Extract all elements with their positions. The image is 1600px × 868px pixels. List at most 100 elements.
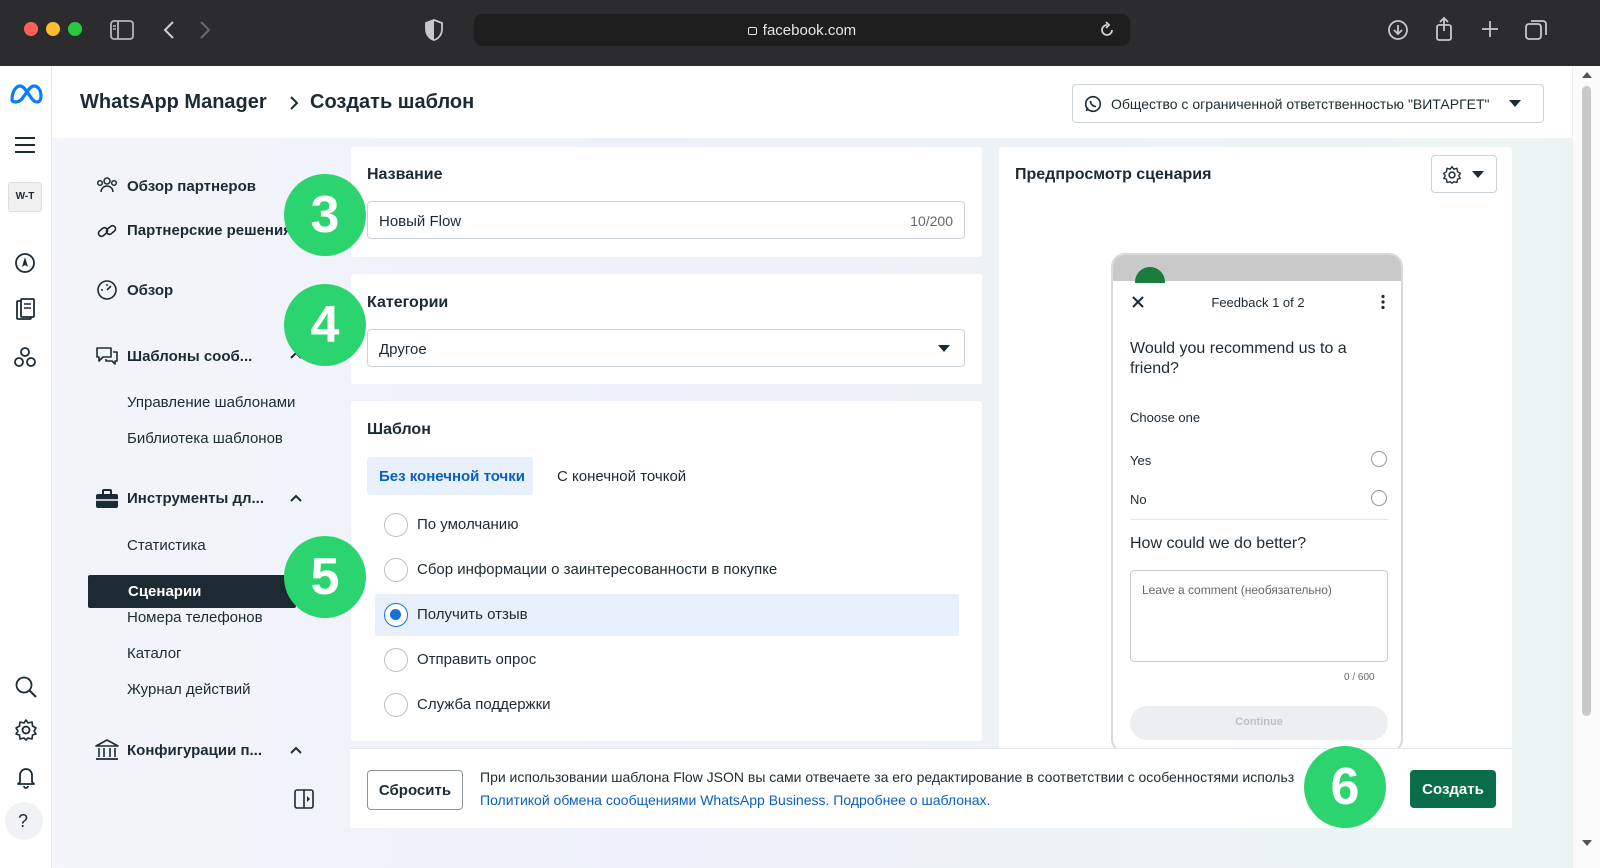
sidebar-item-overview[interactable]: Обзор <box>127 282 173 299</box>
sidebar-item-partners-overview[interactable]: Обзор партнеров <box>127 178 256 195</box>
template-option-get-feedback[interactable]: Получить отзыв <box>375 594 959 636</box>
tab-with-endpoint[interactable]: С конечной точкой <box>557 468 686 485</box>
scroll-down-icon[interactable] <box>1582 840 1592 846</box>
business-logo-text: W-T <box>15 191 35 202</box>
flow-sheet: Feedback 1 of 2 Would you recommend us t… <box>1117 283 1399 749</box>
option-no-label: No <box>1130 492 1147 507</box>
download-icon[interactable] <box>1386 18 1410 42</box>
meta-logo-icon[interactable] <box>8 82 44 106</box>
name-card: Название Новый Flow 10/200 <box>351 147 982 257</box>
business-avatar[interactable]: W-T <box>8 182 42 212</box>
integrations-icon[interactable] <box>13 345 37 369</box>
sidebar-item-phone-numbers[interactable]: Номера телефонов <box>127 609 263 626</box>
caret-down-icon <box>938 345 950 353</box>
sidebar-item-manage-templates[interactable]: Управление шаблонами <box>127 394 295 411</box>
template-option-default[interactable]: По умолчанию <box>375 504 959 546</box>
page: W-T ? WhatsApp Manager Создать шаблон Об… <box>0 66 1600 868</box>
tab-label: Без конечной точки <box>379 468 525 485</box>
breadcrumb-app[interactable]: WhatsApp Manager <box>80 91 267 114</box>
name-input[interactable]: Новый Flow 10/200 <box>367 201 965 239</box>
scrollbar-thumb[interactable] <box>1582 86 1591 716</box>
address-bar[interactable]: facebook.com <box>474 14 1130 46</box>
annotation-badge-6: 6 <box>1304 746 1386 828</box>
bell-icon[interactable] <box>15 765 37 789</box>
annotation-badge-5: 5 <box>284 536 366 618</box>
continue-button[interactable]: Continue <box>1130 706 1388 740</box>
radio-button-selected[interactable] <box>384 603 408 627</box>
flow-screen-title: Feedback 1 of 2 <box>1211 295 1305 310</box>
sidebar-item-template-library[interactable]: Библиотека шаблонов <box>127 430 283 447</box>
scroll-up-icon[interactable] <box>1582 72 1592 78</box>
account-selector[interactable]: Общество с ограниченной ответственностью… <box>1072 84 1544 123</box>
share-icon[interactable] <box>1434 16 1454 42</box>
page-title: Создать шаблон <box>310 91 475 113</box>
chevron-up-icon[interactable] <box>290 746 302 754</box>
sidebar-toggle-icon[interactable] <box>110 20 134 40</box>
page-scrollbar[interactable] <box>1572 66 1600 868</box>
footer-links: Политикой обмена сообщениями WhatsApp Bu… <box>480 792 990 808</box>
phone-preview: Feedback 1 of 2 Would you recommend us t… <box>1111 253 1403 749</box>
sidebar-item-flows[interactable]: Сценарии <box>88 575 296 608</box>
flow-question-recommend: Would you recommend us to a friend? <box>1130 340 1347 377</box>
name-input-value: Новый Flow <box>379 213 462 230</box>
help-button[interactable]: ? <box>5 802 43 840</box>
choose-one-label: Choose one <box>1130 410 1201 425</box>
radio-button[interactable] <box>1371 490 1387 506</box>
sidebar-section-templates[interactable]: Шаблоны сооб... <box>127 348 252 365</box>
learn-more-link[interactable]: Подробнее о шаблонах. <box>833 792 990 808</box>
divider <box>1130 519 1388 520</box>
close-window-button[interactable] <box>24 22 38 36</box>
continue-label: Continue <box>1235 716 1283 728</box>
zoom-window-button[interactable] <box>68 22 82 36</box>
radio-button[interactable] <box>384 648 408 672</box>
new-tab-icon[interactable] <box>1480 19 1500 39</box>
more-options-icon[interactable] <box>1381 294 1385 310</box>
sidebar-item-partner-solutions[interactable]: Партнерские решения <box>127 222 289 239</box>
shield-icon[interactable] <box>424 18 444 42</box>
radio-button[interactable] <box>384 558 408 582</box>
chat-bubbles-icon <box>95 345 119 367</box>
gear-icon[interactable] <box>14 718 38 742</box>
option-label: Служба поддержки <box>417 696 551 713</box>
sidebar-section-tools[interactable]: Инструменты дл... <box>127 490 264 507</box>
comment-placeholder: Leave a comment (необязательно) <box>1142 583 1332 597</box>
chevron-up-icon[interactable] <box>290 494 302 502</box>
radio-button[interactable] <box>384 693 408 717</box>
compass-icon[interactable] <box>14 252 36 274</box>
tab-no-endpoint[interactable]: Без конечной точки <box>367 457 533 495</box>
tab-overview-icon[interactable] <box>1524 18 1548 42</box>
annotation-badge-4: 4 <box>284 284 366 366</box>
policy-link[interactable]: Политикой обмена сообщениями WhatsApp Bu… <box>480 792 829 808</box>
category-select[interactable]: Другое <box>367 329 965 367</box>
flow-question-improve: How could we do better? <box>1130 535 1307 552</box>
reload-icon[interactable] <box>1098 21 1116 39</box>
footer-notice: При использовании шаблона Flow JSON вы с… <box>480 769 1295 785</box>
name-char-count: 10/200 <box>910 213 953 229</box>
category-label: Категории <box>367 294 449 311</box>
sidebar-item-label: Партнерские решения <box>127 222 289 239</box>
comment-textarea[interactable]: Leave a comment (необязательно) <box>1130 570 1388 662</box>
collapse-sidebar-icon[interactable] <box>294 789 314 809</box>
reset-button[interactable]: Сбросить <box>367 770 463 810</box>
dashboard-icon <box>96 279 118 301</box>
minimize-window-button[interactable] <box>46 22 60 36</box>
preview-settings-button[interactable] <box>1431 155 1497 193</box>
menu-icon[interactable] <box>14 136 36 154</box>
help-icon: ? <box>18 811 29 831</box>
forward-arrow-icon[interactable] <box>198 19 212 41</box>
radio-button[interactable] <box>1371 451 1387 467</box>
template-option-send-survey[interactable]: Отправить опрос <box>375 639 959 681</box>
global-nav-rail: W-T ? <box>0 66 52 868</box>
template-option-purchase-interest[interactable]: Сбор информации о заинтересованности в п… <box>375 549 959 591</box>
sidebar-section-config[interactable]: Конфигурации п... <box>127 742 262 759</box>
template-option-support[interactable]: Служба поддержки <box>375 684 959 726</box>
sidebar-item-statistics[interactable]: Статистика <box>127 537 206 554</box>
sidebar-item-activity-log[interactable]: Журнал действий <box>127 681 250 698</box>
search-icon[interactable] <box>14 675 38 699</box>
create-button[interactable]: Создать <box>1410 770 1496 808</box>
option-label: По умолчанию <box>417 516 519 533</box>
radio-button[interactable] <box>384 513 408 537</box>
sidebar-item-catalog[interactable]: Каталог <box>127 645 182 662</box>
pages-icon[interactable] <box>14 298 36 322</box>
back-arrow-icon[interactable] <box>162 19 176 41</box>
